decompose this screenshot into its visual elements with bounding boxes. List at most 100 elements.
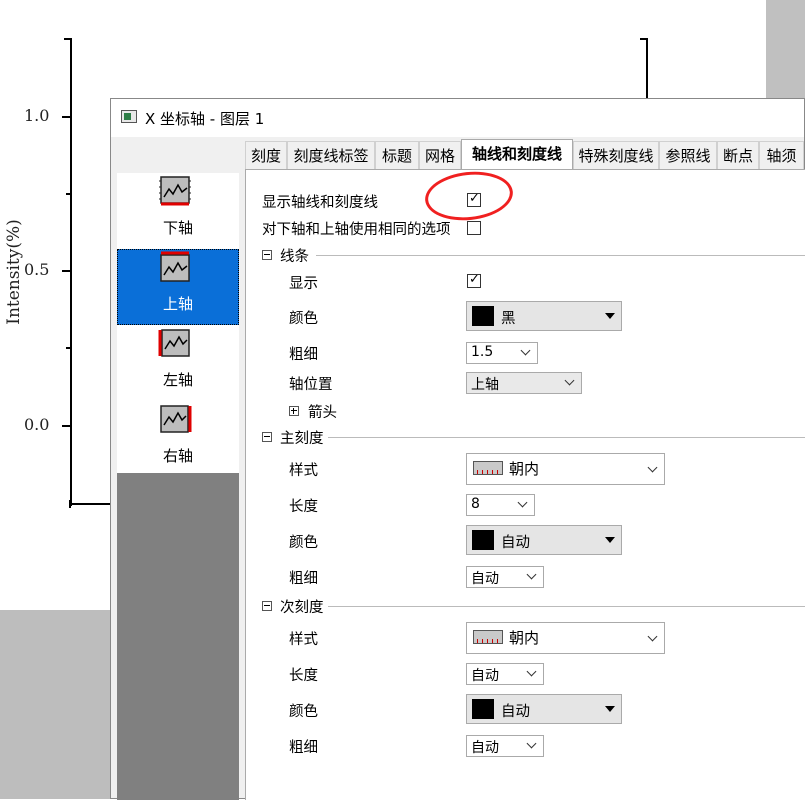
axis-item-left[interactable]: 左轴 [117,325,239,401]
left-axis-icon [158,329,190,357]
tab-special-ticks[interactable]: 特殊刻度线 [573,141,659,169]
arrow-section-header: 箭头 [308,405,337,421]
line-ticks-panel: 显示轴线和刻度线 对下轴和上轴使用相同的选项 线条 显示 颜色 黑 粗细 1.5… [245,169,805,800]
major-length-label: 长度 [289,499,318,515]
collapse-icon[interactable] [262,250,272,260]
axis-position-value: 上轴 [471,377,499,393]
tab-title[interactable]: 标题 [375,141,419,169]
y-tick-minor [66,347,72,349]
line-width-value: 1.5 [471,344,494,360]
top-axis-icon [160,251,190,282]
color-swatch [472,530,494,550]
minor-color-label: 颜色 [289,704,318,720]
y-tick-major [62,425,72,427]
axis-item-top[interactable]: 上轴 [117,249,239,325]
axis-item-label: 左轴 [162,371,193,389]
chevron-down-icon [647,631,658,642]
y-axis-title: Intensity(%) [4,219,24,325]
major-color-label: 颜色 [289,535,318,551]
chevron-down-icon [647,462,658,473]
tab-tick-labels[interactable]: 刻度线标签 [287,141,375,169]
minor-width-label: 粗细 [289,740,318,756]
same-options-checkbox[interactable] [467,221,481,235]
chevron-down-icon [526,738,537,749]
minor-color-dropdown[interactable]: 自动 [466,694,622,724]
left-axis-line [70,38,72,506]
tab-reference-lines[interactable]: 参照线 [659,141,717,169]
major-style-combo[interactable]: 朝内 [466,453,665,485]
tab-scale[interactable]: 刻度 [245,141,287,169]
tab-rug[interactable]: 轴须 [759,141,804,169]
axis-list-items: 下轴 上轴 左轴 右轴 [117,173,239,473]
major-ticks-header: 主刻度 [280,431,324,447]
right-axis-icon [160,405,192,433]
show-axis-ticks-label: 显示轴线和刻度线 [262,195,378,211]
y-tick-major [62,116,72,118]
y-tick-label: 0.0 [24,415,50,434]
major-style-value: 朝内 [509,460,540,478]
minor-color-value: 自动 [501,704,530,720]
section-divider [328,606,805,607]
minor-length-value: 自动 [471,668,499,684]
color-swatch [472,699,494,719]
dialog-titlebar[interactable]: X 坐标轴 - 图层 1 [111,99,804,137]
dropdown-arrow-icon [605,706,615,712]
x-tick [69,500,71,508]
axis-item-label: 上轴 [162,295,193,313]
left-axis-top-tick [64,38,72,40]
y-tick-minor [66,193,72,195]
major-color-dropdown[interactable]: 自动 [466,525,622,555]
line-width-label: 粗细 [289,347,318,363]
expand-icon[interactable] [289,406,299,416]
chevron-down-icon [564,375,575,386]
line-color-value: 黑 [501,311,516,327]
axis-position-combo[interactable]: 上轴 [466,372,582,394]
major-width-value: 自动 [471,571,499,587]
y-tick-label: 0.5 [24,260,50,279]
dialog-title: X 坐标轴 - 图层 1 [145,110,265,128]
axis-position-label: 轴位置 [289,377,333,393]
tab-line-and-ticks[interactable]: 轴线和刻度线 [461,139,573,170]
chevron-down-icon [517,497,528,508]
line-color-label: 颜色 [289,311,318,327]
right-axis-line [646,38,648,100]
major-width-label: 粗细 [289,571,318,587]
minor-width-combo[interactable]: 自动 [466,735,544,757]
bottom-axis-icon [159,176,191,206]
tick-style-icon [473,630,503,644]
tab-breaks[interactable]: 断点 [717,141,759,169]
tab-grid[interactable]: 网格 [419,141,461,169]
chevron-down-icon [520,345,531,356]
same-options-label: 对下轴和上轴使用相同的选项 [262,222,451,238]
line-show-checkbox[interactable] [467,272,481,288]
axis-item-right[interactable]: 右轴 [117,401,239,477]
axis-list: 下轴 上轴 左轴 右轴 [117,173,239,800]
major-length-combo[interactable]: 8 [466,494,535,516]
major-length-value: 8 [471,496,480,512]
minor-length-combo[interactable]: 自动 [466,663,544,685]
minor-style-combo[interactable]: 朝内 [466,622,665,654]
line-section-header: 线条 [280,249,309,265]
y-tick-label: 1.0 [24,106,50,125]
dropdown-arrow-icon [605,313,615,319]
right-axis-tick [640,38,648,40]
collapse-icon[interactable] [262,432,272,442]
color-swatch [472,306,494,326]
minor-width-value: 自动 [471,740,499,756]
tick-style-icon [473,461,503,475]
section-divider [328,437,805,438]
minor-ticks-header: 次刻度 [280,600,324,616]
collapse-icon[interactable] [262,601,272,611]
axis-item-label: 下轴 [162,219,193,237]
line-color-dropdown[interactable]: 黑 [466,301,622,331]
y-tick-major [62,270,72,272]
line-width-combo[interactable]: 1.5 [466,342,538,364]
axis-item-bottom[interactable]: 下轴 [117,173,239,249]
bottom-axis-line [70,503,112,505]
major-color-value: 自动 [501,535,530,551]
section-divider [316,255,805,256]
minor-style-label: 样式 [289,632,318,648]
axis-item-label: 右轴 [162,447,193,465]
major-width-combo[interactable]: 自动 [466,566,544,588]
dropdown-arrow-icon [605,537,615,543]
